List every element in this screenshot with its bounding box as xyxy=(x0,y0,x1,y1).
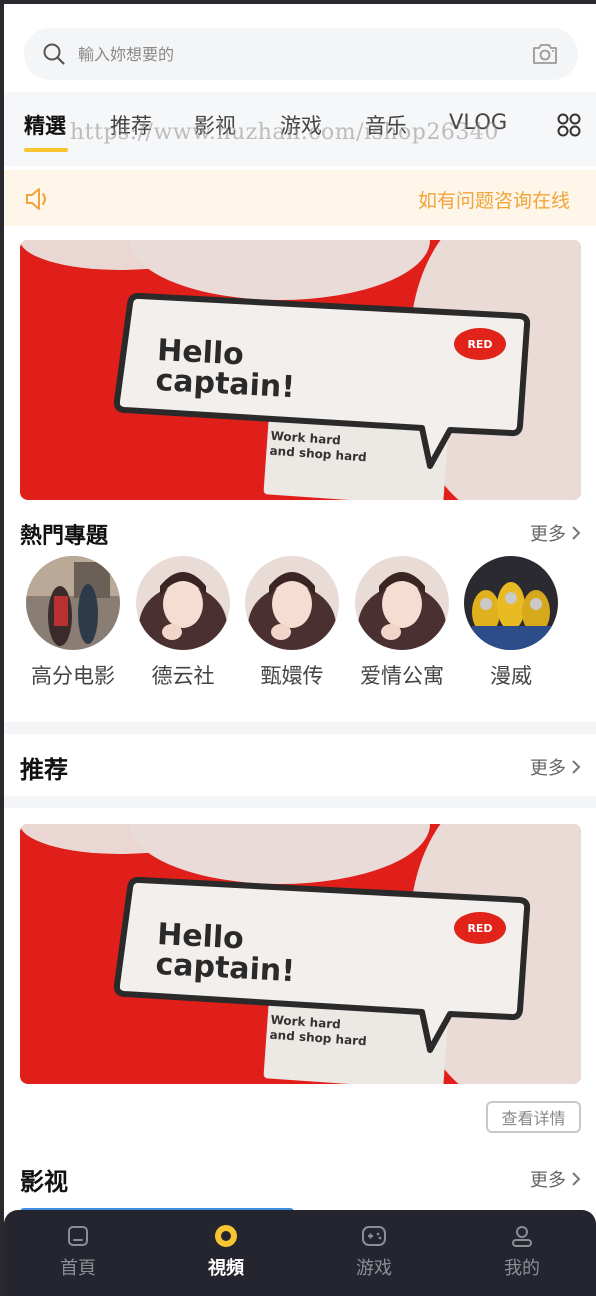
gamepad-icon xyxy=(360,1222,388,1250)
speech-bubble-graphic xyxy=(113,876,531,1084)
topic-item[interactable]: 德云社 xyxy=(128,556,238,690)
video-title: 影视 xyxy=(20,1168,68,1196)
topic-label: 德云社 xyxy=(151,664,215,688)
camera-icon[interactable] xyxy=(530,39,560,69)
category-tabs: 精選 推荐 影视 游戏 音乐 VLOG https://www.huzhan.c… xyxy=(4,92,596,166)
topic-label: 漫威 xyxy=(490,664,532,688)
nav-video[interactable]: 視頻 xyxy=(152,1210,300,1296)
tab-vlog[interactable]: VLOG xyxy=(449,110,507,134)
section-divider xyxy=(4,796,596,808)
more-label: 更多 xyxy=(530,1170,566,1191)
topic-label: 高分电影 xyxy=(31,664,115,688)
topic-item[interactable]: 漫威 xyxy=(456,556,566,690)
more-label: 更多 xyxy=(530,524,566,545)
topic-item[interactable]: 甄嬛传 xyxy=(237,556,347,690)
speech-bubble-graphic xyxy=(113,292,531,500)
play-icon xyxy=(212,1222,240,1250)
topic-label: 甄嬛传 xyxy=(260,664,324,688)
tab-recommend[interactable]: 推荐 xyxy=(110,110,152,140)
topic-item[interactable]: 高分电影 xyxy=(18,556,128,690)
banner-headline: Hello captain! xyxy=(154,333,296,406)
hot-topics-list: 高分电影 德云社 甄嬛传 爱情公寓 漫威 xyxy=(4,556,596,696)
search-icon xyxy=(42,41,68,67)
recommend-more-link[interactable]: 更多 xyxy=(530,754,582,780)
nav-home[interactable]: 首頁 xyxy=(4,1210,152,1296)
speaker-icon xyxy=(24,186,50,212)
tab-featured[interactable]: 精選 xyxy=(24,110,66,140)
user-icon xyxy=(508,1222,536,1250)
notice-text: 如有问题咨询在线 xyxy=(418,190,571,212)
bottom-navigation: 首頁 視頻 游戏 我的 xyxy=(4,1210,596,1296)
home-icon xyxy=(64,1222,92,1250)
nav-label: 視頻 xyxy=(208,1258,244,1279)
hot-topics-title: 熱門專題 xyxy=(20,524,109,549)
grid-menu-icon[interactable] xyxy=(556,112,582,138)
red-badge: RED xyxy=(454,328,506,360)
topic-thumbnail xyxy=(464,556,558,650)
recommend-title: 推荐 xyxy=(20,756,68,784)
topic-thumbnail xyxy=(26,556,120,650)
tab-music[interactable]: 音乐 xyxy=(365,110,407,140)
nav-label: 游戏 xyxy=(356,1258,392,1279)
active-tab-indicator xyxy=(24,148,68,152)
topic-thumbnail xyxy=(136,556,230,650)
tab-video[interactable]: 影视 xyxy=(194,110,236,140)
recommend-banner[interactable]: Hello captain! RED Work hard and shop hard xyxy=(20,824,581,1084)
search-bar[interactable] xyxy=(24,28,578,80)
nav-profile[interactable]: 我的 xyxy=(448,1210,596,1296)
notice-bar: 如有问题咨询在线 xyxy=(4,170,596,226)
view-details-button[interactable]: 查看详情 xyxy=(486,1101,581,1133)
nav-games[interactable]: 游戏 xyxy=(300,1210,448,1296)
topic-item[interactable]: 爱情公寓 xyxy=(347,556,457,690)
chevron-right-icon xyxy=(572,1172,581,1186)
hot-topics-more-link[interactable]: 更多 xyxy=(530,520,582,546)
nav-label: 我的 xyxy=(504,1258,540,1279)
more-label: 更多 xyxy=(530,758,566,779)
topic-thumbnail xyxy=(245,556,339,650)
banner-headline: Hello captain! xyxy=(154,917,296,990)
tab-games[interactable]: 游戏 xyxy=(280,110,322,140)
red-badge: RED xyxy=(454,912,506,944)
topic-thumbnail xyxy=(355,556,449,650)
chevron-right-icon xyxy=(572,760,581,774)
search-input[interactable] xyxy=(78,44,530,64)
video-more-link[interactable]: 更多 xyxy=(530,1166,582,1192)
app-screen: 精選 推荐 影视 游戏 音乐 VLOG https://www.huzhan.c… xyxy=(4,4,596,1296)
nav-label: 首頁 xyxy=(60,1258,96,1279)
chevron-right-icon xyxy=(572,526,581,540)
featured-banner[interactable]: Hello captain! RED Work hard and shop hard xyxy=(20,240,581,500)
section-divider xyxy=(4,722,596,734)
topic-label: 爱情公寓 xyxy=(360,664,444,688)
